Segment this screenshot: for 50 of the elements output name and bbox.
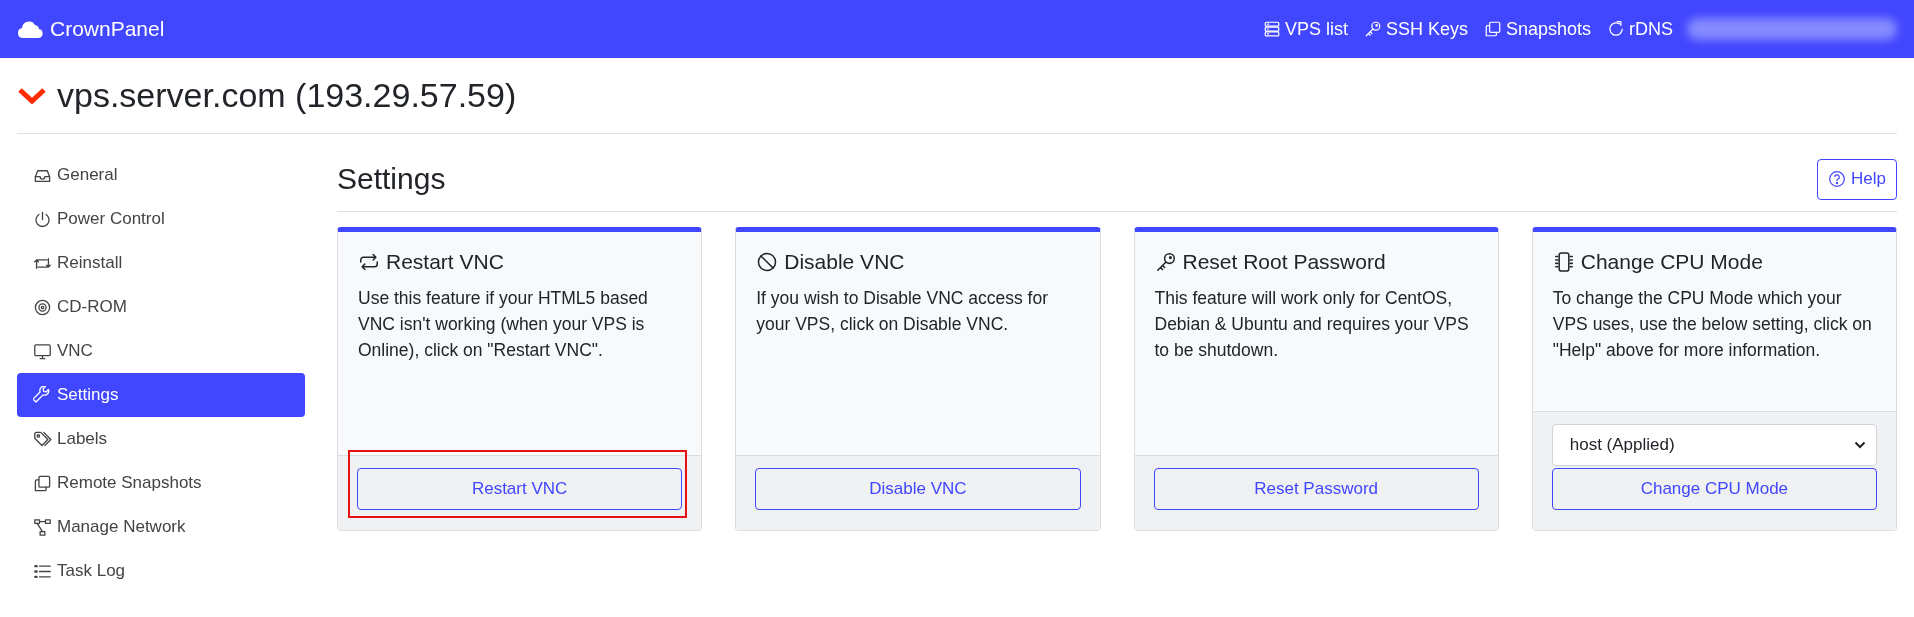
chevron-down-icon: [1854, 441, 1866, 449]
sidebar-item[interactable]: Task Log: [17, 549, 305, 593]
card-title: Restart VNC: [386, 250, 504, 274]
monitor-icon: [33, 341, 52, 361]
action-button[interactable]: Disable VNC: [755, 468, 1081, 510]
sidebar-item[interactable]: Manage Network: [17, 505, 305, 549]
nav-link[interactable]: VPS list: [1262, 18, 1348, 40]
disc-icon: [33, 297, 52, 317]
nav-link[interactable]: rDNS: [1607, 18, 1673, 40]
wrench-icon: [33, 385, 52, 405]
copies-icon: [33, 473, 52, 493]
network-icon: [33, 517, 52, 537]
sidebar-item[interactable]: General: [17, 153, 305, 197]
sidebar-item[interactable]: Labels: [17, 417, 305, 461]
ban-icon: [756, 251, 779, 273]
copies-icon: [1483, 20, 1502, 38]
page-title: Settings: [337, 162, 446, 196]
action-button[interactable]: Change CPU Mode: [1551, 468, 1877, 510]
key-icon: [1154, 251, 1177, 273]
cloud-icon: [17, 19, 44, 39]
nav-link[interactable]: SSH Keys: [1363, 18, 1468, 40]
action-button[interactable]: Restart VNC: [357, 468, 683, 510]
sidebar-item[interactable]: VNC: [17, 329, 305, 373]
card-title: Disable VNC: [784, 250, 905, 274]
power-icon: [33, 209, 52, 229]
cpu-mode-select[interactable]: host (Applied): [1551, 424, 1877, 466]
sidebar-item[interactable]: Remote Snapshots: [17, 461, 305, 505]
server-icon: [1262, 20, 1281, 38]
card-description: To change the CPU Mode which your VPS uses, use the below setting, click on "Help" above for more information.: [1552, 287, 1872, 362]
card-description: Use this feature if your HTML5 based VNC isn't working (when your VPS is Online), click on "Restart VNC".: [358, 287, 649, 362]
help-button[interactable]: Help: [1817, 158, 1897, 200]
refresh-icon: [1607, 20, 1625, 38]
brand-logo[interactable]: CrownPanel: [17, 17, 165, 41]
card-title: Change CPU Mode: [1580, 250, 1763, 274]
tag-icon: [33, 429, 52, 449]
card-title: Reset Root Password: [1182, 250, 1386, 274]
chip-icon: [1552, 251, 1575, 273]
server-title: vps.server.com (193.29.57.59): [57, 76, 517, 115]
question-circle-icon: [1828, 170, 1847, 188]
card-description: If you wish to Disable VNC access for your VPS, click on Disable VNC.: [756, 287, 1050, 336]
nav-link[interactable]: Snapshots: [1483, 18, 1591, 40]
card-description: This feature will work only for CentOS, Debian & Ubuntu and requires your VPS to be shutdown.: [1154, 287, 1470, 362]
sidebar-item[interactable]: Reinstall: [17, 241, 305, 285]
action-button[interactable]: Reset Password: [1153, 468, 1479, 510]
sidebar-item[interactable]: Settings: [17, 373, 305, 417]
chevron-down-icon: [17, 85, 47, 106]
sidebar-item[interactable]: Power Control: [17, 197, 305, 241]
repeat-icon: [358, 251, 380, 273]
sidebar-item[interactable]: CD-ROM: [17, 285, 305, 329]
key-icon: [1363, 20, 1382, 38]
